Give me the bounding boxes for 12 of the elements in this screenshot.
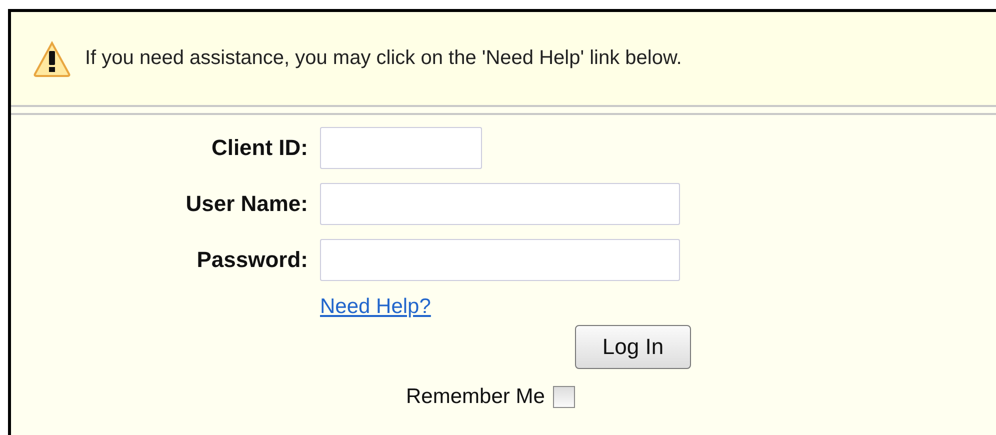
field-label: Client ID: bbox=[210, 135, 309, 161]
field-label: Password: bbox=[196, 247, 309, 273]
alert-message: If you need assistance, you may click on the 'Need Help' link below. bbox=[85, 47, 682, 70]
help-link[interactable]: Need Help? bbox=[320, 295, 431, 319]
input-field[interactable] bbox=[320, 127, 482, 169]
remember-me-label: Remember Me bbox=[406, 385, 545, 409]
warning-icon bbox=[33, 40, 71, 76]
input-field[interactable] bbox=[320, 183, 680, 225]
remember-me-checkbox[interactable] bbox=[552, 386, 575, 408]
field-label: User Name: bbox=[184, 191, 309, 217]
input-field[interactable] bbox=[320, 239, 680, 281]
login-button[interactable]: Log In bbox=[575, 325, 691, 369]
